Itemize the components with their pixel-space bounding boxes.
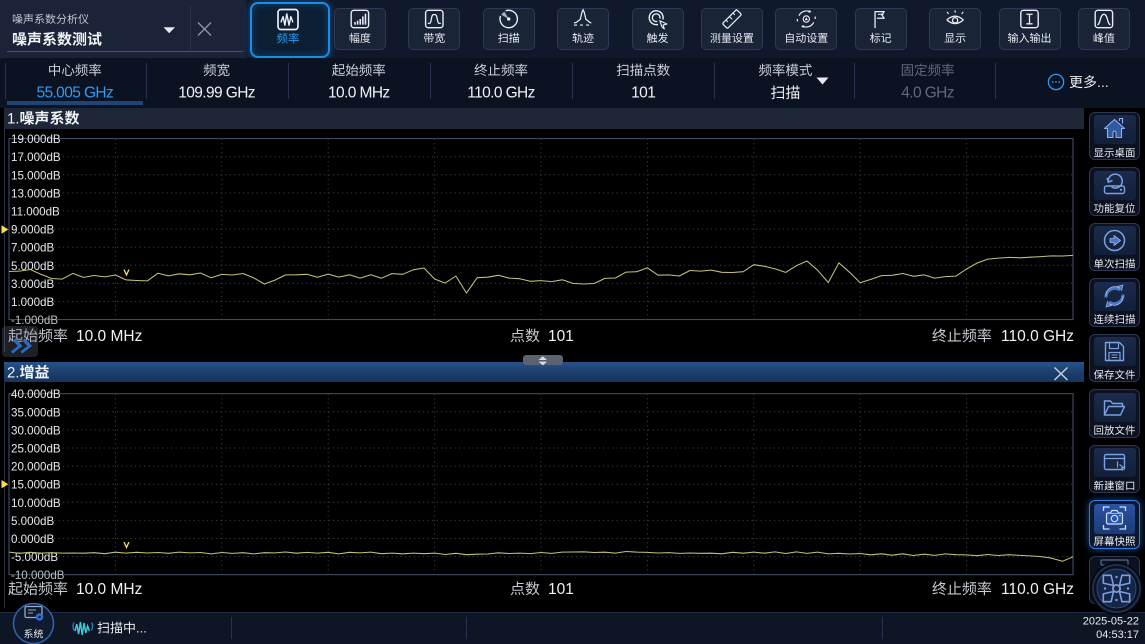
svg-text:11.000dB: 11.000dB xyxy=(11,206,60,219)
svg-text:110.0 GHz: 110.0 GHz xyxy=(1001,581,1074,598)
svg-text:20.000dB: 20.000dB xyxy=(11,461,61,474)
svg-text:10.0 MHz: 10.0 MHz xyxy=(328,85,390,102)
svg-text:40.000dB: 40.000dB xyxy=(11,388,61,401)
svg-text:110.0 GHz: 110.0 GHz xyxy=(467,85,535,102)
svg-text:55.005 GHz: 55.005 GHz xyxy=(36,85,113,102)
svg-text:13.000dB: 13.000dB xyxy=(11,187,61,200)
svg-text:109.99 GHz: 109.99 GHz xyxy=(178,85,255,102)
svg-text:10.0 MHz: 10.0 MHz xyxy=(76,581,142,598)
svg-text:0.000dB: 0.000dB xyxy=(11,533,54,546)
svg-text:10.000dB: 10.000dB xyxy=(11,497,61,510)
svg-text:-10.000dB: -10.000dB xyxy=(11,569,65,582)
svg-text:15.000dB: 15.000dB xyxy=(11,479,61,492)
svg-text:101: 101 xyxy=(548,328,574,345)
svg-text:110.0 GHz: 110.0 GHz xyxy=(1001,328,1074,345)
svg-text:3.000dB: 3.000dB xyxy=(11,278,54,291)
svg-text:5.000dB: 5.000dB xyxy=(11,515,54,528)
svg-text:9.000dB: 9.000dB xyxy=(11,224,54,237)
svg-text:10.0 MHz: 10.0 MHz xyxy=(76,328,142,345)
svg-text:101: 101 xyxy=(631,85,655,102)
svg-text:25.000dB: 25.000dB xyxy=(11,443,61,456)
svg-text:19.000dB: 19.000dB xyxy=(11,133,61,146)
svg-text:17.000dB: 17.000dB xyxy=(11,151,61,164)
svg-text:04:53:17: 04:53:17 xyxy=(1096,629,1139,641)
svg-text:35.000dB: 35.000dB xyxy=(11,406,61,419)
svg-text:7.000dB: 7.000dB xyxy=(11,242,54,255)
svg-text:4.0 GHz: 4.0 GHz xyxy=(901,85,954,102)
svg-text:30.000dB: 30.000dB xyxy=(11,424,61,437)
svg-text:15.000dB: 15.000dB xyxy=(11,169,61,182)
svg-text:101: 101 xyxy=(548,581,574,598)
svg-text:2025-05-22: 2025-05-22 xyxy=(1083,616,1139,628)
svg-text:1.000dB: 1.000dB xyxy=(11,296,54,309)
svg-text:-1.000dB: -1.000dB xyxy=(11,314,58,327)
